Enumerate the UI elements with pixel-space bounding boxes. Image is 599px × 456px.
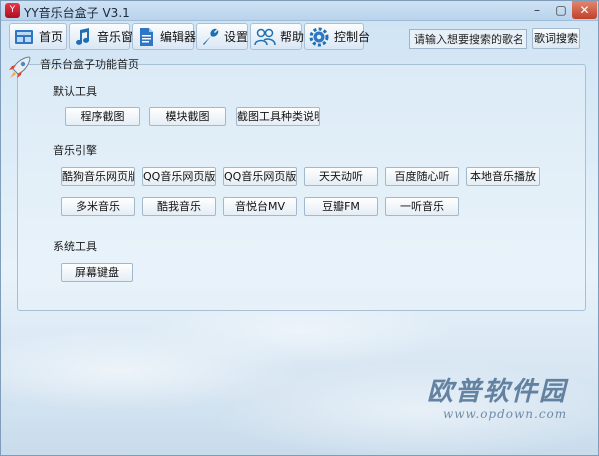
- tab-home-label: 首页: [39, 30, 64, 44]
- engine-button[interactable]: 多米音乐: [61, 197, 135, 216]
- tab-console[interactable]: 控制台: [304, 23, 370, 50]
- engine-button[interactable]: QQ音乐网页版2: [223, 167, 297, 186]
- engine-button[interactable]: QQ音乐网页版1: [142, 167, 216, 186]
- rocket-icon: [7, 55, 33, 81]
- tab-music-window-label: 音乐窗: [97, 30, 134, 44]
- default-tools-label: 默认工具: [53, 85, 97, 98]
- tab-settings-label: 设置: [224, 30, 249, 44]
- gear-icon: [308, 26, 330, 48]
- music-note-icon: [73, 26, 93, 48]
- engine-button[interactable]: 天天动听: [304, 167, 378, 186]
- screenshot-tool-guide-button[interactable]: 截图工具种类说明: [236, 107, 320, 126]
- window-title: YY音乐台盒子 V3.1: [24, 6, 130, 20]
- system-tools-label: 系统工具: [53, 240, 97, 253]
- maximize-button[interactable]: ▢: [549, 1, 573, 19]
- engine-button[interactable]: 一听音乐: [385, 197, 459, 216]
- document-icon: [136, 26, 156, 48]
- page-heading: 音乐台盒子功能首页: [40, 58, 139, 71]
- watermark-text: 欧普软件园: [427, 377, 568, 407]
- watermark: 欧普软件园 www.opdown.com: [413, 371, 583, 441]
- engine-button[interactable]: 音悦台MV: [223, 197, 297, 216]
- minimize-button[interactable]: –: [525, 1, 549, 19]
- app-window: Y YY音乐台盒子 V3.1 – ▢ ✕ 首页 音乐窗 编辑器 设置 帮助 控制…: [0, 0, 599, 456]
- onscreen-keyboard-button[interactable]: 屏幕键盘: [61, 263, 133, 282]
- tab-help-label: 帮助: [280, 30, 305, 44]
- tab-music-window[interactable]: 音乐窗: [69, 23, 134, 50]
- engine-button[interactable]: 酷狗音乐网页版: [61, 167, 135, 186]
- engine-button[interactable]: 豆瓣FM: [304, 197, 378, 216]
- app-logo-icon: Y: [5, 3, 20, 18]
- close-button[interactable]: ✕: [572, 1, 597, 19]
- song-search-input[interactable]: [409, 29, 527, 49]
- users-icon: [254, 26, 276, 48]
- lyrics-search-button[interactable]: 歌词搜索: [532, 28, 580, 49]
- tab-settings[interactable]: 设置: [196, 23, 248, 50]
- music-engines-label: 音乐引擎: [53, 144, 97, 157]
- title-bar[interactable]: Y YY音乐台盒子 V3.1 – ▢ ✕: [1, 1, 598, 21]
- watermark-url: www.opdown.com: [443, 407, 568, 421]
- engine-button[interactable]: 百度随心听: [385, 167, 459, 186]
- engine-button[interactable]: 本地音乐播放: [466, 167, 540, 186]
- tab-home[interactable]: 首页: [9, 23, 67, 50]
- tab-editor[interactable]: 编辑器: [132, 23, 197, 50]
- engine-button[interactable]: 酷我音乐: [142, 197, 216, 216]
- home-icon: [13, 26, 35, 48]
- tab-console-label: 控制台: [334, 30, 371, 44]
- tab-editor-label: 编辑器: [160, 30, 197, 44]
- module-screenshot-button[interactable]: 模块截图: [149, 107, 226, 126]
- program-screenshot-button[interactable]: 程序截图: [65, 107, 140, 126]
- wrench-icon: [200, 26, 220, 48]
- tab-help[interactable]: 帮助: [250, 23, 305, 50]
